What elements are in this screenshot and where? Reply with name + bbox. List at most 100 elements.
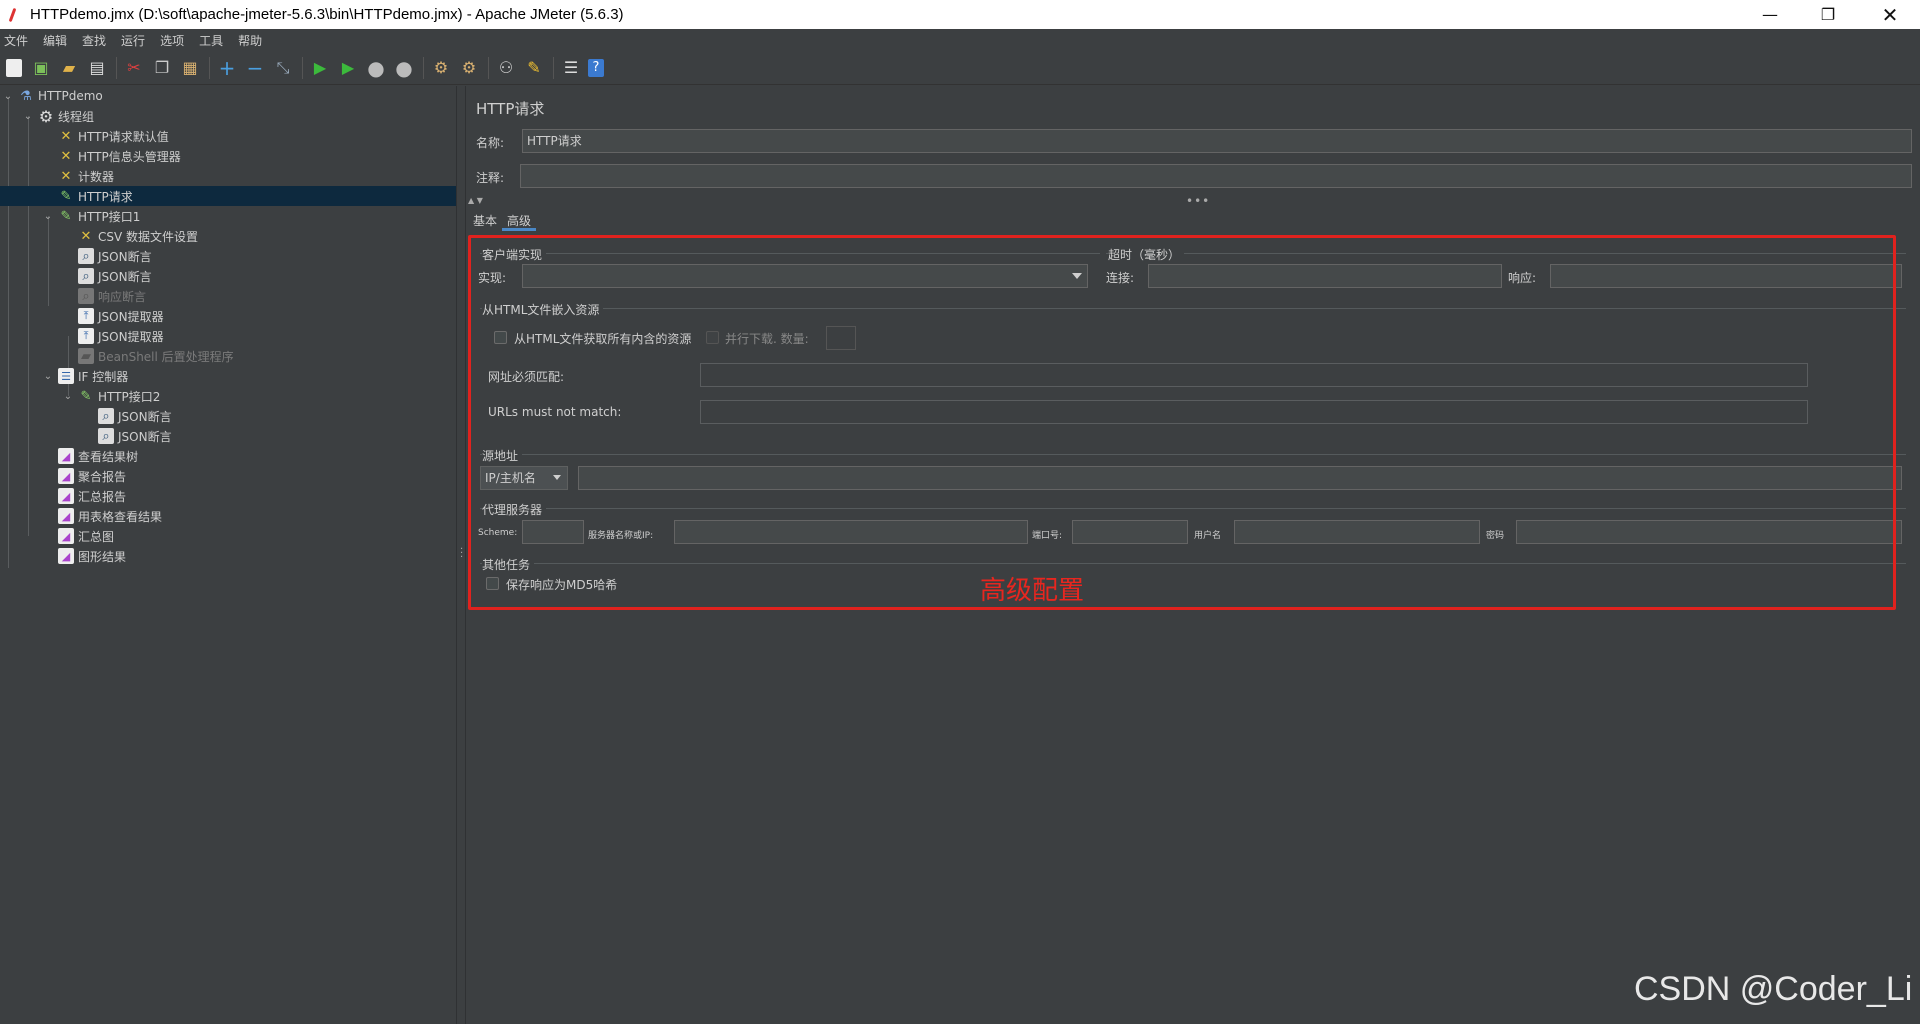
tree-item-view-results-table[interactable]: ◢ 用表格查看结果 xyxy=(0,506,456,526)
retrieve-all-checkbox[interactable] xyxy=(494,331,507,344)
tree-item-header-manager[interactable]: ✕ HTTP信息头管理器 xyxy=(0,146,456,166)
parallel-download-checkbox[interactable] xyxy=(706,331,719,344)
reset-search-icon[interactable]: ✎ xyxy=(523,57,545,79)
thread-group-icon: ⚙ xyxy=(38,106,54,126)
collapse-icon[interactable]: − xyxy=(244,56,266,80)
expand-arrow-icon[interactable]: ⌄ xyxy=(62,391,74,402)
shutdown-icon[interactable]: ● xyxy=(393,56,415,80)
tree-item-aggregate-report[interactable]: ◢ 聚合报告 xyxy=(0,466,456,486)
tree-item-test-plan[interactable]: ⌄ ⚗ HTTPdemo xyxy=(0,86,456,106)
expand-arrow-icon[interactable]: ⌄ xyxy=(2,91,14,102)
tree-item-label: 响应断言 xyxy=(98,289,147,304)
url-match-input[interactable] xyxy=(700,363,1808,387)
menu-tools[interactable]: 工具 xyxy=(195,32,229,49)
md5-checkbox[interactable] xyxy=(486,577,499,590)
impl-select[interactable] xyxy=(522,264,1088,288)
tree-item-csv-config[interactable]: ✕ CSV 数据文件设置 xyxy=(0,226,456,246)
tree-item-graph-results[interactable]: ◢ 图形结果 xyxy=(0,546,456,566)
tree-item-counter[interactable]: ✕ 计数器 xyxy=(0,166,456,186)
split-pane-divider[interactable]: · · · xyxy=(456,86,466,1024)
stop-icon[interactable]: ● xyxy=(365,56,387,80)
close-button[interactable]: ✕ xyxy=(1862,0,1918,29)
clear-icon[interactable]: ⚙ xyxy=(430,57,452,79)
tree-item-view-results-tree[interactable]: ◢ 查看结果树 xyxy=(0,446,456,466)
response-timeout-input[interactable] xyxy=(1550,264,1902,288)
menu-search[interactable]: 查找 xyxy=(78,32,112,49)
assertion-icon: ⌕ xyxy=(98,428,114,444)
tab-bar: 基本 高级 xyxy=(468,210,537,232)
menu-run[interactable]: 运行 xyxy=(117,32,151,49)
jmeter-feather-icon xyxy=(6,7,20,23)
tree-item-summary-graph[interactable]: ◢ 汇总图 xyxy=(0,526,456,546)
config-element-icon: ✕ xyxy=(60,128,72,144)
proxy-server-input[interactable] xyxy=(674,520,1028,544)
name-input[interactable]: HTTP请求 xyxy=(522,129,1912,153)
sampler-icon: ✎ xyxy=(60,188,72,204)
templates-icon[interactable]: ▣ xyxy=(30,57,52,79)
source-type-value: IP/主机名 xyxy=(485,471,536,485)
tree-item-response-assertion[interactable]: ⌕ 响应断言 xyxy=(0,286,456,306)
tree-item-json-assertion[interactable]: ⌕ JSON断言 xyxy=(0,406,456,426)
menu-edit[interactable]: 编辑 xyxy=(39,32,73,49)
function-helper-icon[interactable]: ☰ xyxy=(560,57,582,79)
start-no-pause-icon[interactable]: ▶ xyxy=(337,57,359,79)
tree-item-http-request[interactable]: ✎ HTTP请求 xyxy=(0,186,456,206)
expand-icon[interactable]: + xyxy=(216,56,238,80)
tree-item-if-controller[interactable]: ⌄ ☰ IF 控制器 xyxy=(0,366,456,386)
help-icon[interactable]: ? xyxy=(588,58,604,77)
chevron-down-icon[interactable] xyxy=(553,475,561,480)
clear-all-icon[interactable]: ⚙ xyxy=(458,57,480,79)
url-not-match-input[interactable] xyxy=(700,400,1808,424)
tab-advanced[interactable]: 高级 xyxy=(502,211,537,231)
tree-item-thread-group[interactable]: ⌄ ⚙ 线程组 xyxy=(0,106,456,126)
chevron-down-icon[interactable] xyxy=(1072,273,1082,279)
tree-item-http-api-1[interactable]: ⌄ ✎ HTTP接口1 xyxy=(0,206,456,226)
tree-item-json-assertion[interactable]: ⌕ JSON断言 xyxy=(0,266,456,286)
comment-input[interactable] xyxy=(520,164,1912,188)
expand-arrow-icon[interactable]: ⌄ xyxy=(42,211,54,222)
paste-icon[interactable]: ▦ xyxy=(179,57,201,79)
menu-file[interactable]: 文件 xyxy=(0,32,34,49)
resize-handle-icon[interactable]: ••• xyxy=(1186,194,1210,208)
search-icon[interactable]: ⚇ xyxy=(495,57,517,79)
tree-item-beanshell-postprocessor[interactable]: ▰ BeanShell 后置处理程序 xyxy=(0,346,456,366)
tree-item-json-extractor[interactable]: ⤒ JSON提取器 xyxy=(0,326,456,346)
open-icon[interactable]: ▰ xyxy=(58,57,80,79)
copy-icon[interactable]: ❐ xyxy=(151,57,173,79)
save-icon[interactable]: ▤ xyxy=(86,57,108,79)
connect-timeout-input[interactable] xyxy=(1148,264,1502,288)
tree-item-http-defaults[interactable]: ✕ HTTP请求默认值 xyxy=(0,126,456,146)
start-icon[interactable]: ▶ xyxy=(309,57,331,79)
cut-icon[interactable]: ✂ xyxy=(123,57,145,79)
proxy-username-input[interactable] xyxy=(1234,520,1480,544)
tree-item-json-extractor[interactable]: ⤒ JSON提取器 xyxy=(0,306,456,326)
expand-arrow-icon[interactable]: ⌄ xyxy=(22,111,34,122)
tree-item-json-assertion[interactable]: ⌕ JSON断言 xyxy=(0,246,456,266)
tree-item-summary-report[interactable]: ◢ 汇总报告 xyxy=(0,486,456,506)
source-address-input[interactable] xyxy=(578,466,1902,490)
toggle-icon[interactable]: ⤡ xyxy=(272,57,294,79)
menu-help[interactable]: 帮助 xyxy=(234,32,268,49)
menu-options[interactable]: 选项 xyxy=(156,32,190,49)
parallel-count-input[interactable] xyxy=(826,326,856,350)
minimize-button[interactable]: — xyxy=(1742,0,1798,29)
tree-item-http-api-2[interactable]: ⌄ ✎ HTTP接口2 xyxy=(0,386,456,406)
collapse-arrows-icon[interactable]: ▲ ▼ xyxy=(468,196,483,205)
extractor-icon: ⤒ xyxy=(78,328,94,344)
assertion-icon: ⌕ xyxy=(78,248,94,264)
source-type-select[interactable]: IP/主机名 xyxy=(480,466,568,490)
splitter-grip-icon[interactable]: · · · xyxy=(460,545,463,563)
section-divider xyxy=(1106,253,1906,254)
proxy-password-input[interactable] xyxy=(1516,520,1902,544)
new-icon[interactable] xyxy=(6,58,22,77)
proxy-scheme-input[interactable] xyxy=(522,520,584,544)
maximize-button[interactable]: ❐ xyxy=(1800,0,1856,29)
tree-item-label: JSON断言 xyxy=(118,429,172,444)
tab-basic[interactable]: 基本 xyxy=(468,211,502,231)
tree-item-json-assertion[interactable]: ⌕ JSON断言 xyxy=(0,426,456,446)
config-element-icon: ✕ xyxy=(60,168,72,184)
tree-item-label: 汇总图 xyxy=(78,529,115,544)
proxy-port-input[interactable] xyxy=(1072,520,1188,544)
expand-arrow-icon[interactable]: ⌄ xyxy=(42,371,54,382)
http-request-panel: HTTP请求 名称: HTTP请求 注释: ▲ ▼ ••• 基本 高级 客户端实… xyxy=(466,86,1920,1024)
